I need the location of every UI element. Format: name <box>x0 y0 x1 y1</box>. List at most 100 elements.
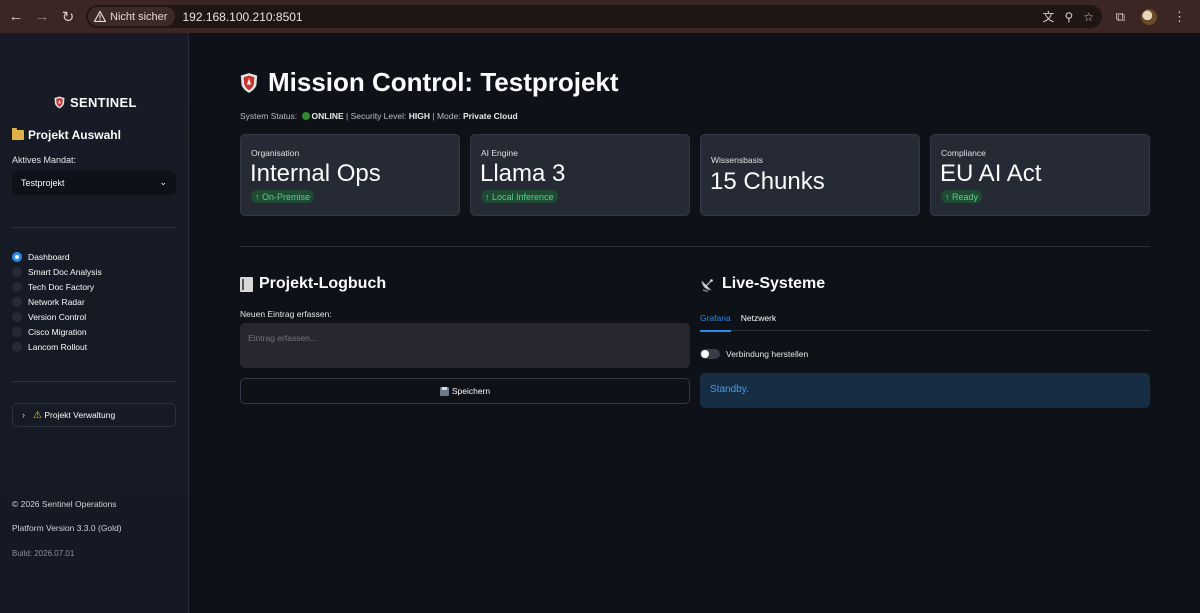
reload-icon[interactable]: ↻ <box>55 4 81 30</box>
nav-item-version-control[interactable]: Version Control <box>12 309 102 324</box>
radio-selected-icon <box>12 251 22 262</box>
metric-card-knowledge-base: Wissensbasis 15 Chunks <box>700 134 920 216</box>
mode-label: | Mode: <box>432 111 461 121</box>
warning-icon: ⚠ <box>33 409 42 421</box>
connection-toggle-label: Verbindung herstellen <box>726 349 809 359</box>
security-indicator[interactable]: Nicht sicher <box>88 7 176 26</box>
sidebar-divider <box>12 227 176 228</box>
translate-icon[interactable]: ⽂ <box>1042 8 1054 25</box>
nav-item-label: Network Radar <box>28 296 85 307</box>
metric-card-organisation: Organisation Internal Ops ↑ On-Premise <box>240 134 460 216</box>
project-selection-heading: Projekt Auswahl <box>12 128 121 142</box>
metric-label: Wissensbasis <box>711 155 763 165</box>
metric-value: EU AI Act <box>940 160 1042 187</box>
entry-textarea[interactable] <box>240 323 690 368</box>
sidebar-brand: SENTINEL <box>54 95 137 110</box>
nav-item-label: Lancom Rollout <box>28 341 88 352</box>
tab-grafana[interactable]: Grafana <box>700 311 731 332</box>
nav-item-cisco-migration[interactable]: Cisco Migration <box>12 324 102 339</box>
nav-item-label: Version Control <box>28 311 87 322</box>
live-systems-tabs: Grafana Netzwerk <box>700 311 1150 332</box>
page-title: Mission Control: Testprojekt <box>240 67 619 98</box>
footer-version: Platform Version 3.3.0 (Gold) <box>12 523 122 533</box>
metric-label: Organisation <box>251 148 300 158</box>
navigation-radio-group: Dashboard Smart Doc Analysis Tech Doc Fa… <box>12 249 102 354</box>
radio-unselected-icon <box>12 311 22 322</box>
connection-toggle-row[interactable]: Verbindung herstellen <box>700 349 808 359</box>
logbook-title: Projekt-Logbuch <box>259 275 387 292</box>
metric-label: AI Engine <box>481 148 518 158</box>
metric-delta-badge: ↑ On-Premise <box>251 190 315 203</box>
nav-item-label: Cisco Migration <box>28 326 87 337</box>
more-menu-icon[interactable]: ⋮ <box>1173 9 1186 25</box>
nav-item-tech-doc-factory[interactable]: Tech Doc Factory <box>12 279 102 294</box>
folder-icon <box>12 128 24 140</box>
brand-name: SENTINEL <box>70 95 137 110</box>
status-value: ONLINE <box>311 111 344 121</box>
security-level-value: HIGH <box>408 111 430 121</box>
save-button-label: Speichern <box>451 386 491 396</box>
chevron-right-icon: › <box>22 410 25 420</box>
forward-arrow-icon[interactable]: → <box>29 4 55 30</box>
nav-item-dashboard[interactable]: Dashboard <box>12 249 102 264</box>
sidebar: SENTINEL Projekt Auswahl Aktives Mandat:… <box>0 33 189 613</box>
page-title-text: Mission Control: Testprojekt <box>268 67 619 97</box>
metric-value: 15 Chunks <box>710 168 825 195</box>
radio-unselected-icon <box>12 326 22 337</box>
mandate-label: Aktives Mandat: <box>12 155 77 165</box>
radio-unselected-icon <box>12 341 22 352</box>
standby-info-box: Standby. <box>700 373 1150 408</box>
main-content: Mission Control: Testprojekt System Stat… <box>190 33 1200 613</box>
shield-icon <box>240 72 258 93</box>
security-level-label: | Security Level: <box>346 111 407 121</box>
mandate-select[interactable]: Testprojekt ⌄ <box>12 171 176 195</box>
metric-delta-badge: ↑ Ready <box>941 190 983 203</box>
nav-item-label: Dashboard <box>28 251 70 262</box>
entry-input-label: Neuen Eintrag erfassen: <box>240 309 332 319</box>
security-label: Nicht sicher <box>110 10 168 23</box>
expander-label: Projekt Verwaltung <box>44 409 116 420</box>
url-text[interactable]: 192.168.100.210:8501 <box>182 10 302 24</box>
radio-unselected-icon <box>12 281 22 292</box>
nav-item-smart-doc-analysis[interactable]: Smart Doc Analysis <box>12 264 102 279</box>
sidebar-divider <box>12 381 176 382</box>
radio-unselected-icon <box>12 266 22 277</box>
project-admin-expander[interactable]: › ⚠ Projekt Verwaltung <box>12 403 176 427</box>
metric-card-compliance: Compliance EU AI Act ↑ Ready <box>930 134 1150 216</box>
radio-unselected-icon <box>12 296 22 307</box>
connection-toggle[interactable] <box>700 349 720 359</box>
metric-cards: Organisation Internal Ops ↑ On-Premise A… <box>240 134 1150 216</box>
address-bar[interactable]: Nicht sicher 192.168.100.210:8501 ⽂ ⚲ ☆ <box>86 5 1102 28</box>
live-systems-heading: Live-Systeme <box>700 275 825 293</box>
status-label: System Status: <box>240 111 298 121</box>
metric-card-ai-engine: AI Engine Llama 3 ↑ Local Inference <box>470 134 690 216</box>
chevron-down-icon: ⌄ <box>159 177 167 187</box>
back-arrow-icon[interactable]: ← <box>3 4 29 30</box>
footer-build: Build: 2026.07.01 <box>12 549 75 558</box>
nav-item-label: Tech Doc Factory <box>28 281 95 292</box>
tab-netzwerk[interactable]: Netzwerk <box>741 311 776 331</box>
nav-item-lancom-rollout[interactable]: Lancom Rollout <box>12 339 102 354</box>
metric-value: Llama 3 <box>480 160 566 187</box>
project-selection-title: Projekt Auswahl <box>28 128 121 142</box>
floppy-disk-icon <box>439 386 449 396</box>
profile-avatar[interactable] <box>1141 8 1157 25</box>
bookmark-star-icon[interactable]: ☆ <box>1083 10 1094 24</box>
logbook-heading: Projekt-Logbuch <box>240 275 386 293</box>
nav-item-label: Smart Doc Analysis <box>28 266 102 277</box>
metric-label: Compliance <box>941 148 986 158</box>
footer-copyright: © 2026 Sentinel Operations <box>12 499 117 509</box>
metric-value: Internal Ops <box>250 160 381 187</box>
satellite-dish-icon <box>701 278 713 292</box>
browser-toolbar: ← → ↻ Nicht sicher 192.168.100.210:8501 … <box>0 0 1200 33</box>
extensions-icon[interactable]: ⧉ <box>1116 9 1125 25</box>
mode-value: Private Cloud <box>462 111 518 121</box>
warning-triangle-icon <box>94 11 106 22</box>
system-status-line: System Status: ONLINE | Security Level: … <box>240 111 518 121</box>
nav-item-network-radar[interactable]: Network Radar <box>12 294 102 309</box>
online-dot-icon <box>301 112 310 120</box>
save-button[interactable]: Speichern <box>240 378 690 404</box>
notebook-icon <box>240 276 253 292</box>
section-divider <box>240 246 1150 247</box>
zoom-icon[interactable]: ⚲ <box>1064 10 1073 24</box>
